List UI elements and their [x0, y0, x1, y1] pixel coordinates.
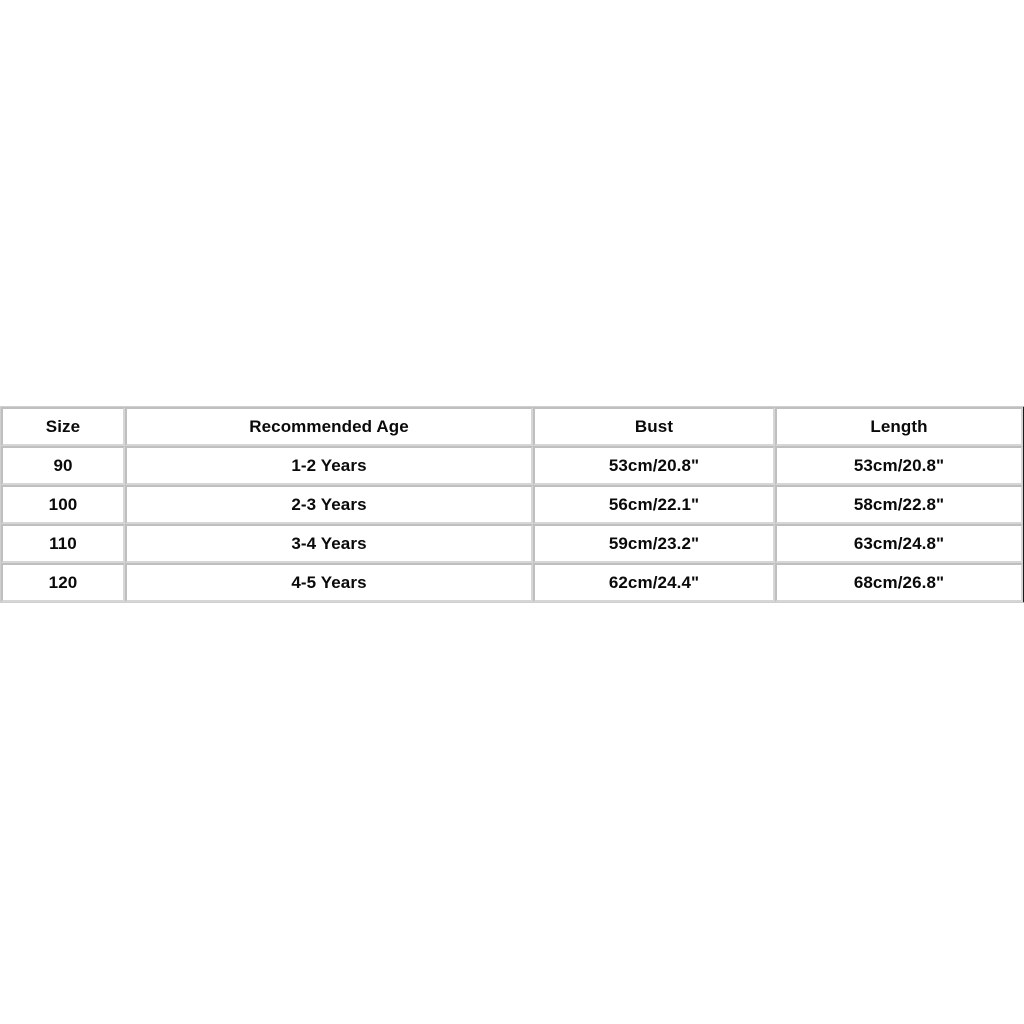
cell-age: 3-4 Years — [125, 524, 533, 563]
cell-length: 58cm/22.8" — [775, 485, 1023, 524]
cell-length: 68cm/26.8" — [775, 563, 1023, 602]
table-row: 90 1-2 Years 53cm/20.8" 53cm/20.8" — [1, 446, 1023, 485]
column-header-bust: Bust — [533, 407, 775, 446]
column-header-length: Length — [775, 407, 1023, 446]
table-header-row: Size Recommended Age Bust Length — [1, 407, 1023, 446]
cell-length: 63cm/24.8" — [775, 524, 1023, 563]
size-chart-table: Size Recommended Age Bust Length 90 1-2 … — [0, 406, 1024, 603]
page-canvas: Size Recommended Age Bust Length 90 1-2 … — [0, 0, 1024, 1024]
column-header-age: Recommended Age — [125, 407, 533, 446]
cell-bust: 59cm/23.2" — [533, 524, 775, 563]
cell-bust: 62cm/24.4" — [533, 563, 775, 602]
cell-age: 2-3 Years — [125, 485, 533, 524]
cell-bust: 56cm/22.1" — [533, 485, 775, 524]
cell-size: 120 — [1, 563, 125, 602]
cell-size: 90 — [1, 446, 125, 485]
table-row: 110 3-4 Years 59cm/23.2" 63cm/24.8" — [1, 524, 1023, 563]
cell-age: 1-2 Years — [125, 446, 533, 485]
size-chart-container: Size Recommended Age Bust Length 90 1-2 … — [0, 406, 1024, 615]
cell-size: 110 — [1, 524, 125, 563]
cell-size: 100 — [1, 485, 125, 524]
table-row: 100 2-3 Years 56cm/22.1" 58cm/22.8" — [1, 485, 1023, 524]
column-header-size: Size — [1, 407, 125, 446]
cell-age: 4-5 Years — [125, 563, 533, 602]
cell-length: 53cm/20.8" — [775, 446, 1023, 485]
table-row: 120 4-5 Years 62cm/24.4" 68cm/26.8" — [1, 563, 1023, 602]
cell-bust: 53cm/20.8" — [533, 446, 775, 485]
